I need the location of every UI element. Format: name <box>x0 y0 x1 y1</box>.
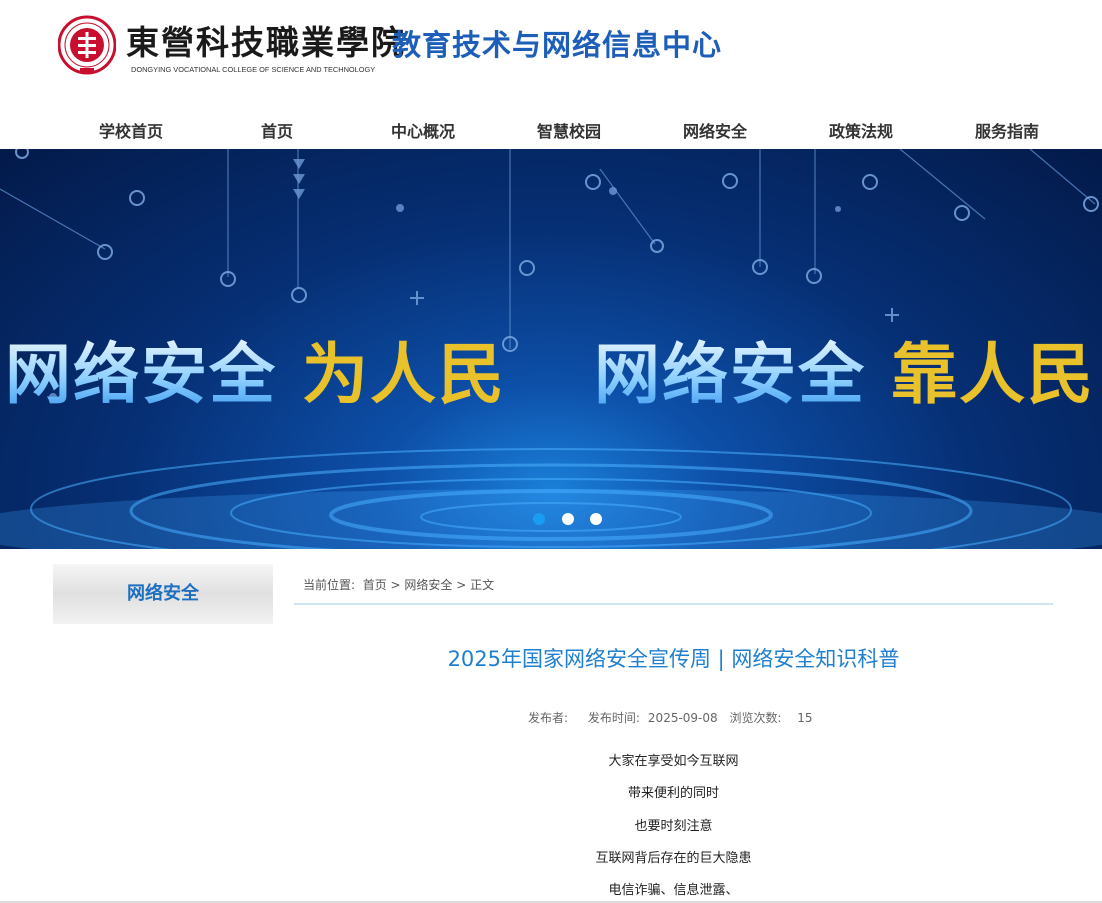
nav-item-policies[interactable]: 政策法规 <box>788 118 934 142</box>
nav-item-service-guide[interactable]: 服务指南 <box>934 118 1080 142</box>
breadcrumb-current: 正文 <box>470 578 495 592</box>
nav-item-center-overview[interactable]: 中心概况 <box>350 118 496 142</box>
article-paragraph: 带来便利的同时 <box>627 786 719 801</box>
breadcrumb-prefix: 当前位置: <box>303 578 356 592</box>
banner-slogan-right: 网络安全 靠人民 <box>594 321 1095 417</box>
slogan-left-white: 网络安全 <box>5 336 277 413</box>
publisher-label: 发布者: <box>528 711 569 725</box>
breadcrumb-separator: > <box>456 578 467 592</box>
school-name: 東營科技職業學院 <box>126 23 406 62</box>
site-header: 東營科技職業學院 DONGYING VOCATIONAL COLLEGE OF … <box>0 0 1102 108</box>
breadcrumb-divider <box>294 603 1053 605</box>
nav-item-home[interactable]: 首页 <box>204 118 350 142</box>
carousel-dot-1[interactable] <box>533 513 545 525</box>
breadcrumb-separator: > <box>390 578 401 592</box>
carousel-dot-2[interactable] <box>562 513 574 525</box>
breadcrumb-home-link[interactable]: 首页 <box>363 578 387 592</box>
slogan-right-yellow: 靠人民 <box>890 336 1095 413</box>
nav-item-smart-campus[interactable]: 智慧校园 <box>496 118 642 142</box>
slogan-right-white: 网络安全 <box>594 336 866 413</box>
article-paragraph: 大家在享受如今互联网 <box>608 754 739 769</box>
carousel-dot-3[interactable] <box>590 513 602 525</box>
center-name: 教育技术与网络信息中心 <box>392 28 723 62</box>
nav-item-school-home[interactable]: 学校首页 <box>58 118 204 142</box>
breadcrumb: 当前位置: 首页 > 网络安全 > 正文 <box>303 576 494 593</box>
main-nav: 学校首页 首页 中心概况 智慧校园 网络安全 政策法规 服务指南 <box>0 108 1102 149</box>
view-count-label: 浏览次数: <box>729 711 782 725</box>
article-title: 2025年国家网络安全宣传周 | 网络安全知识科普 <box>447 647 900 671</box>
article-paragraph: 也要时刻注意 <box>634 819 713 834</box>
article-paragraph: 互联网背后存在的巨大隐患 <box>595 851 752 866</box>
school-seal-logo[interactable] <box>58 10 116 80</box>
publish-time-value: 2025-09-08 <box>647 711 718 725</box>
banner-slogan-left: 网络安全 为人民 <box>5 321 506 417</box>
nav-item-network-security[interactable]: 网络安全 <box>642 118 788 142</box>
slogan-left-yellow: 为人民 <box>301 336 506 413</box>
hero-banner[interactable]: 网络安全 为人民 网络安全 靠人民 <box>0 149 1102 549</box>
sidebar-title[interactable]: 网络安全 <box>53 564 273 624</box>
article-paragraph: 电信诈骗、信息泄露、 <box>608 883 739 898</box>
article-meta: 发布者: 发布时间: 2025-09-08 浏览次数: 15 <box>528 709 820 726</box>
school-name-en: DONGYING VOCATIONAL COLLEGE OF SCIENCE A… <box>131 65 376 74</box>
breadcrumb-section-link[interactable]: 网络安全 <box>404 578 452 592</box>
view-count-value: 15 <box>797 711 813 725</box>
publish-time-label: 发布时间: <box>587 711 640 725</box>
